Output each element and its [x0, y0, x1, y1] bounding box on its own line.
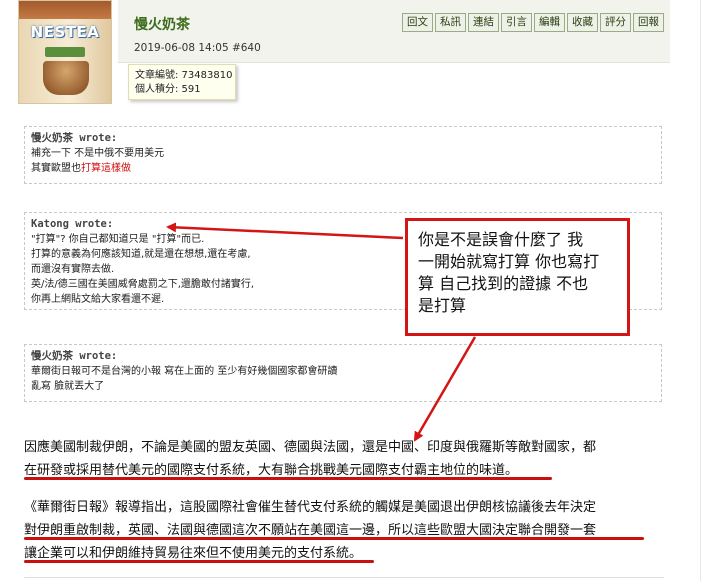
arrow-to-article	[413, 336, 477, 442]
divider	[24, 577, 664, 578]
highlight-underline	[24, 477, 552, 480]
article-paragraph-2: 《華爾街日報》報導指出，這股國際社會催生替代支付系統的觸媒是美國退出伊朗核協議後…	[24, 496, 664, 565]
highlight-underline	[24, 537, 644, 540]
article-line: 因應美國制裁伊朗，不論是美國的盟友英國、德國與法國，還是中國、印度與俄羅斯等敵對…	[24, 440, 597, 455]
article-paragraph-1: 因應美國制裁伊朗，不論是美國的盟友英國、德國與法國，還是中國、印度與俄羅斯等敵對…	[24, 436, 664, 482]
article-line: 《華爾街日報》報導指出，這股國際社會催生替代支付系統的觸媒是美國退出伊朗核協議後…	[24, 500, 597, 515]
highlight-underline	[24, 560, 374, 563]
annotation-arrows	[166, 222, 477, 442]
arrow-to-quote	[166, 222, 404, 240]
